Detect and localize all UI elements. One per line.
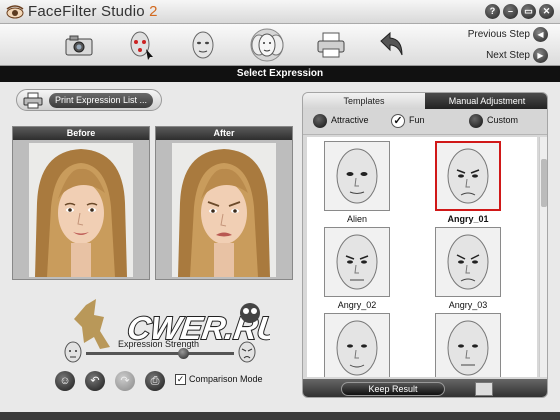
before-label: Before [13,127,149,140]
face-points-icon [130,31,153,60]
app-title-main: FaceFilter Studio [28,3,145,20]
template-label: Alien [346,214,367,224]
share-arrow-icon [380,31,403,56]
comparison-mode-label: Comparison Mode [189,374,263,384]
angry-face-thumbnail [447,148,489,204]
face-thumbnail [336,320,378,376]
filter-row: Attractive ✓ Fun Custom [303,109,547,135]
template-scroll-thumb[interactable] [541,159,547,207]
fun-radio[interactable]: ✓ [391,114,405,128]
keep-result-bar: Keep Result [303,379,547,397]
print-tool[interactable] [312,27,350,63]
face-edit-tool[interactable] [184,27,222,63]
keep-result-button[interactable]: Keep Result [341,382,445,396]
after-panel: After [155,126,293,280]
angry-face-thumbnail [447,234,489,290]
maximize-button[interactable]: ▭ [521,4,536,19]
fun-label: Fun [409,115,425,125]
template-angry-02[interactable] [324,227,390,297]
attractive-radio[interactable] [313,114,327,128]
template-grid: Alien Angry_01 Angry_02 Angry_03 [307,137,537,377]
template-scrollbar[interactable] [539,137,547,377]
app-title-version: 2 [149,3,158,20]
template-label: Angry_01 [447,214,489,224]
template-angry-03[interactable] [435,227,501,297]
undo-button[interactable]: ↶ [85,371,105,391]
expressions-icon [250,28,284,62]
share-tool[interactable] [372,27,410,63]
custom-radio[interactable] [469,114,483,128]
full-expression-head-icon [238,341,256,363]
alien-face-thumbnail [336,148,378,204]
save-image-button[interactable]: ⎙ [145,371,165,391]
expression-strength-thumb[interactable] [178,348,189,359]
app-logo-icon [6,5,24,19]
tab-templates[interactable]: Templates [303,93,425,109]
template-label: Angry_02 [337,300,377,310]
tab-manual-adjustment[interactable]: Manual Adjustment [425,93,547,109]
redo-button[interactable]: ↷ [115,371,135,391]
angry-face-thumbnail [336,234,378,290]
title-bar: FaceFilter Studio 2 ? – ▭ ✕ [0,0,560,24]
load-photo-tool[interactable] [60,27,98,63]
printer-icon [317,32,345,58]
camera-icon [65,35,93,56]
face-edit-icon [192,31,214,59]
face-points-tool[interactable] [122,27,160,63]
help-button[interactable]: ? [485,4,500,19]
template-item[interactable] [324,313,390,377]
expression-strength-slider[interactable] [86,352,234,355]
expressions-tool[interactable] [243,27,291,63]
status-strip [0,412,560,420]
comparison-mode-checkbox[interactable]: ✓ [175,374,186,385]
template-item[interactable] [435,313,501,377]
compare-view-icon[interactable] [475,382,493,396]
neutral-head-icon [64,341,82,363]
before-panel: Before [12,126,150,280]
previous-step-link[interactable]: Previous Step [468,29,530,40]
print-expression-list-label: Print Expression List ... [49,93,154,108]
toolbar: Previous Step ◀ Next Step ▶ [0,24,560,66]
template-angry-01[interactable] [435,141,501,211]
template-label: Angry_03 [448,300,488,310]
next-step-link[interactable]: Next Step [486,50,530,61]
expression-strength-label: Expression Strength [118,339,200,349]
custom-label: Custom [487,115,519,125]
face-thumbnail [447,320,489,376]
print-expression-list-button[interactable]: Print Expression List ... [16,89,162,111]
close-button[interactable]: ✕ [539,4,554,19]
section-title: Select Expression [0,66,560,82]
main-panel: Print Expression List ... Before After C… [0,82,560,412]
next-step-button[interactable]: ▶ [533,48,548,63]
template-alien[interactable] [324,141,390,211]
after-photo [172,143,276,277]
attractive-label: Attractive [331,115,369,125]
after-label: After [156,127,292,140]
face-reset-button[interactable]: ☺ [55,371,75,391]
before-photo [29,143,133,277]
previous-step-button[interactable]: ◀ [533,27,548,42]
templates-pane: Templates Manual Adjustment Attractive ✓… [302,92,548,398]
minimize-button[interactable]: – [503,4,518,19]
printer-small-icon [23,92,43,109]
app-title: FaceFilter Studio 2 [28,3,158,20]
